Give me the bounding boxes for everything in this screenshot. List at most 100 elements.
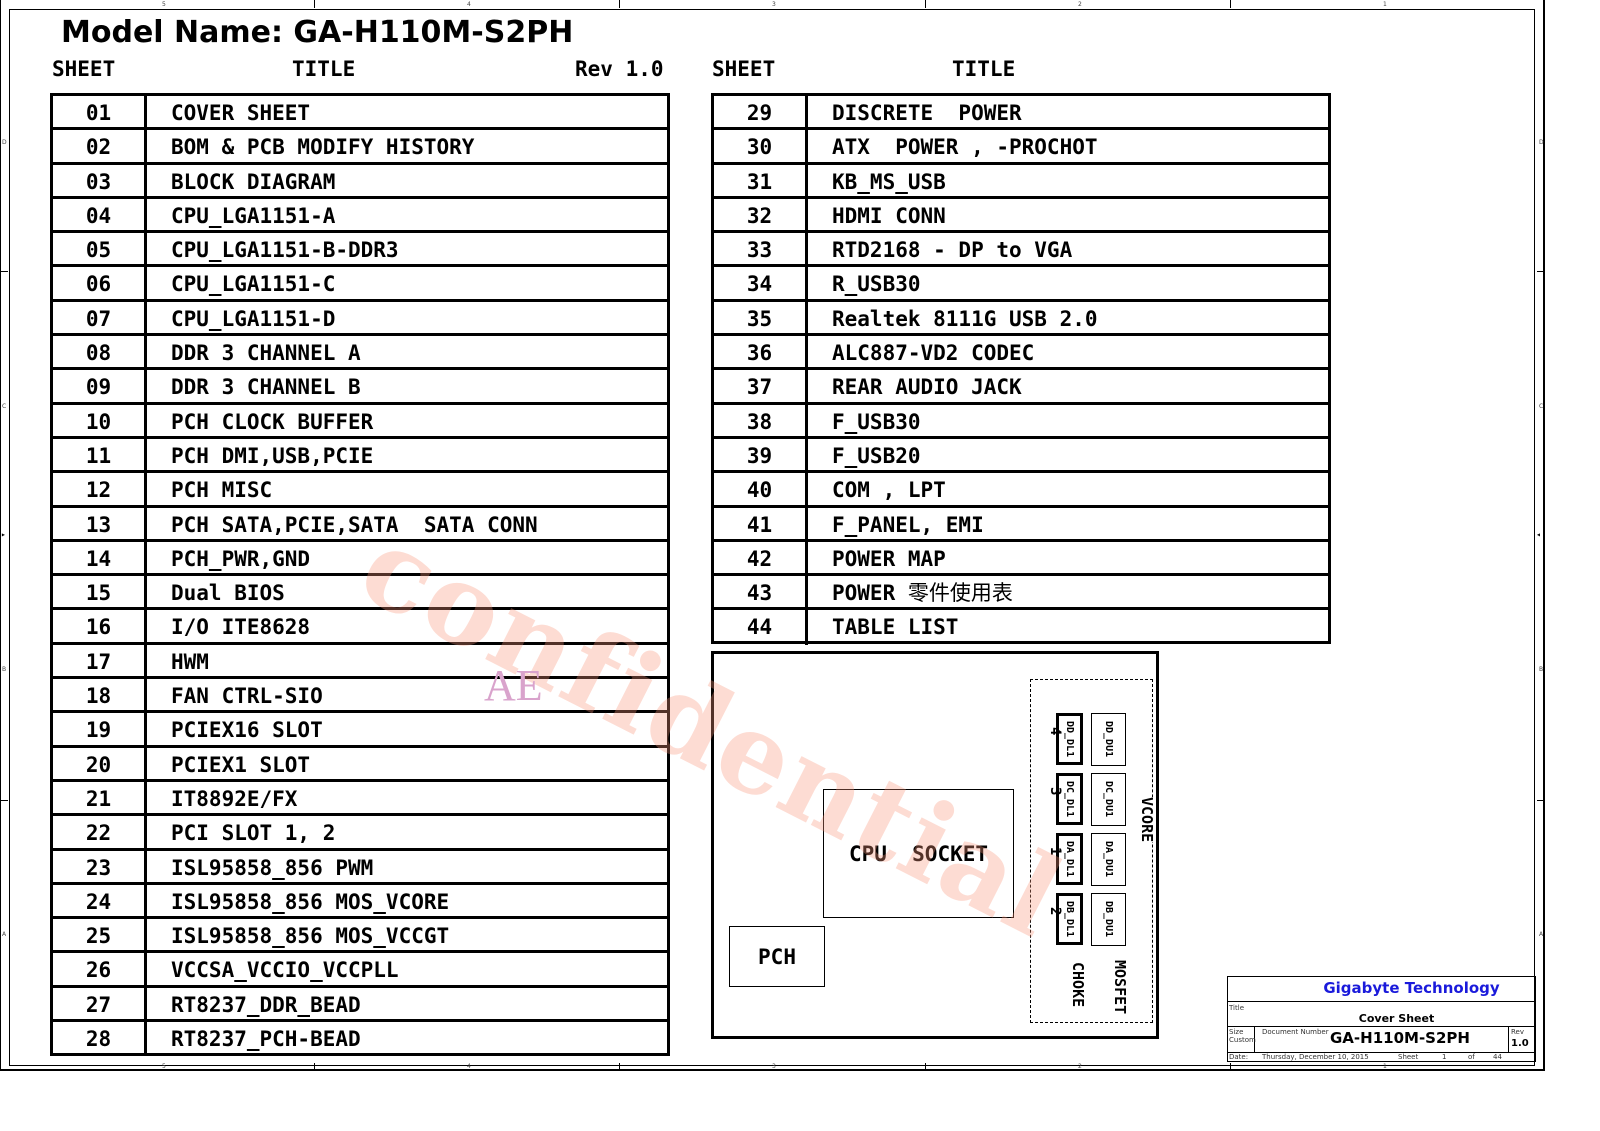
sheet-index-row: 21 IT8892E/FX [53,781,667,817]
sheet-title-text: COVER SHEET [171,101,311,125]
sheet-number: 12 [53,473,147,505]
sheet-number: 34 [714,267,808,299]
sheet-number: 39 [714,438,808,471]
sheet-index-row: 43 POWER 零件使用表 [714,576,1328,611]
sheet-number: 26 [53,953,147,985]
sheet-title-text: PCIEX16 SLOT [171,718,323,743]
size-label: Size [1229,1028,1244,1036]
sheet-title-text: PCH_PWR,GND [171,546,311,571]
sheet-title-text: CPU_LGA1151-B-DDR3 [171,238,399,263]
sheet-title-text: ALC887-VD2 CODEC [832,341,1035,366]
sheet-title-text: F_PANEL, EMI [832,512,984,537]
pch-block: PCH [729,926,825,987]
sheet-number: 33 [714,233,808,265]
sheet-title: VCCSA_VCCIO_VCCPLL [147,953,399,984]
cpu-socket-label: CPU SOCKET [848,841,989,866]
choke-designator: DC_DL1 [1064,780,1075,818]
sheet-index-row: 34 R_USB30 [714,267,1328,302]
sheet-label: Sheet [1398,1053,1419,1061]
rev-label: Rev [1511,1028,1524,1036]
zone-label-col: 4 [467,1,471,8]
company-name: Gigabyte Technology [1228,977,1535,1002]
mosfet-designator: DC_DU1 [1103,781,1114,818]
sheet-title-text: DDR 3 CHANNEL A [171,341,361,366]
right-sheet-header: SHEET [712,57,776,81]
sheet-index-row: 15 Dual BIOS [53,576,667,611]
sheet-index-row: 09 DDR 3 CHANNEL B [53,370,667,405]
sheet-title-text: FAN CTRL-SIO [171,684,323,709]
sheet-title-text: F_USB20 [832,443,921,468]
zone-label-row: B [2,666,7,673]
sheet-number: 14 [53,541,147,574]
sheet-title-text: ISL95858_856 MOS_VCCGT [171,924,450,949]
sheet-index-row: 30 ATX POWER , -PROCHOT [714,130,1328,165]
sheet-title-text: IT8892E/FX [171,786,298,811]
zone-divider [1230,0,1231,8]
sheet-number: 32 [714,198,808,231]
sheet-number: 07 [53,301,147,334]
sheet-title: PCH DMI,USB,PCIE [147,439,373,470]
sheet-number: 37 [714,370,808,402]
center-arrow-icon: ◂ [1536,530,1541,539]
sheet-number: 38 [714,404,808,436]
sheet-number: 43 [714,576,808,608]
sheet-title: ISL95858_856 PWM [147,851,373,882]
sheet-index-row: 28 RT8237_PCH-BEAD [53,1022,667,1057]
sheet-number: 36 [714,336,808,368]
sheet-title: F_PANEL, EMI [808,508,984,539]
document-row: Size Custom Document Number GA-H110M-S2P… [1228,1026,1535,1053]
zone-divider [619,0,620,8]
sheet-title: F_USB30 [808,405,921,436]
sheet-number: 02 [53,130,147,162]
sheet-index-row: 25 ISL95858_856 MOS_VCCGT [53,919,667,954]
rev-cell: Rev 1.0 [1508,1026,1535,1052]
mosfet-designator: DD_DU1 [1103,721,1114,758]
mosfet-label: MOSFET [1111,960,1129,1015]
sheet-title-text: VCCSA_VCCIO_VCCPLL [171,958,399,983]
sheet-number: 17 [53,644,147,677]
sheet-number: 06 [53,267,147,299]
sheet-title-text: RTD2168 - DP to VGA [832,238,1073,263]
sheet-title: FAN CTRL-SIO [147,679,323,710]
sheet-title-cjk: 零件使用表 [907,581,1013,606]
sheet-title: HDMI CONN [808,199,946,230]
sheet-index-row: 22 PCI SLOT 1, 2 [53,816,667,851]
zone-divider [0,271,8,272]
total-sheets: 44 [1493,1053,1502,1061]
sheet-title-text: PCIEX1 SLOT [171,752,311,777]
zone-label-row: C [1539,403,1544,410]
zone-label-col: 2 [1078,1063,1082,1070]
sheet-number: 03 [53,164,147,196]
zone-label-row: A [1539,931,1544,938]
zone-divider [1537,800,1545,801]
zone-label-col: 4 [467,1063,471,1070]
sheet-index-row: 05 CPU_LGA1151-B-DDR3 [53,233,667,268]
sheet-number: 10 [53,404,147,436]
sheet-index-row: 13 PCH SATA,PCIE,SATA SATA CONN [53,507,667,542]
choke-designator: DB_DL1 [1064,900,1075,938]
sheet-index-row: 07 CPU_LGA1151-D [53,301,667,337]
sheet-number: 05 [53,233,147,265]
title-field-label: Title [1229,1004,1245,1012]
mosfet-designator: DA_DU1 [1103,841,1114,878]
sheet-number: 11 [53,438,147,471]
title-block: Gigabyte Technology Title Cover Sheet Si… [1227,976,1536,1062]
sheet-number: 16 [53,610,147,642]
sheet-number: 24 [53,884,147,917]
sheet-title-text: ISL95858_856 PWM [171,855,374,880]
title-row: Title Cover Sheet [1228,1002,1535,1027]
sheet-title-text: F_USB30 [832,409,921,434]
sheet-index-row: 17 HWM [53,644,667,680]
vcore-label: VCORE [1138,797,1156,843]
choke-component: DB_DL1 [1056,893,1083,945]
sheet-title-text: RT8237_DDR_BEAD [171,992,361,1017]
size-value: Custom [1229,1036,1256,1044]
zone-label-col: 1 [1383,1,1387,8]
sheet-title-text: KB_MS_USB [832,169,946,194]
sheet-number: 40 [714,473,808,505]
sheet-title: KB_MS_USB [808,165,946,196]
sheet-title: F_USB20 [808,439,921,470]
sheet-title: HWM [147,645,209,676]
left-title-header: TITLE [292,57,356,81]
sheet-number: 21 [53,781,147,814]
